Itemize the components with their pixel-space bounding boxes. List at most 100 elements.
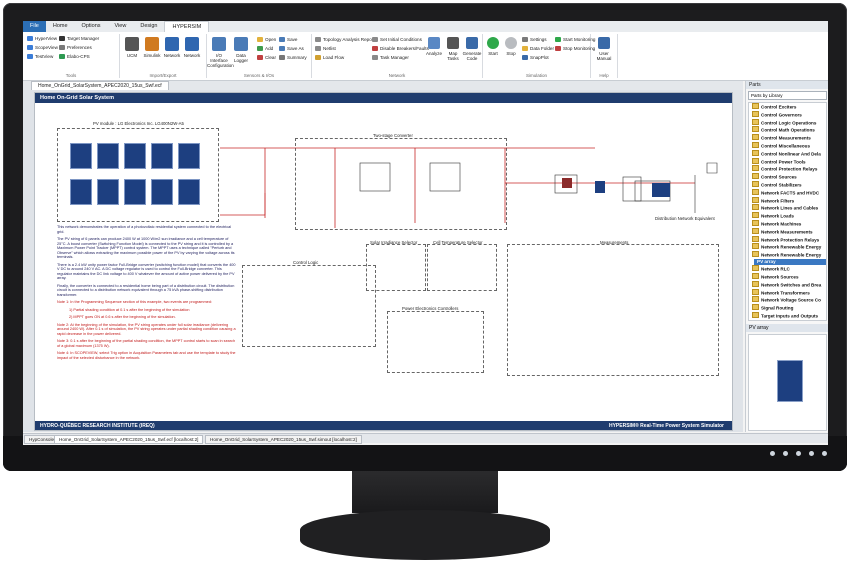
tab-design[interactable]: Design	[133, 21, 164, 32]
parts-list-item[interactable]: Network FACTS and HVDC	[749, 188, 826, 197]
stop-button[interactable]: Stop	[501, 37, 521, 56]
disable-breakers-button[interactable]: Disable Breakers/Faults	[372, 46, 429, 51]
parts-list-item[interactable]: Network Renewable Energy	[749, 243, 826, 251]
task-manager-button[interactable]: Task Manager	[372, 55, 409, 60]
distribution-network-label: Distribution Network Equivalent	[655, 216, 715, 221]
folder-icon	[752, 235, 759, 242]
parts-list-item[interactable]: Control Governors	[749, 110, 826, 119]
start-button[interactable]: Start	[483, 37, 503, 56]
network-import-label: Network	[163, 53, 181, 58]
help-group: User Manual Help	[591, 34, 618, 78]
parts-list-item[interactable]: Network Renewable Energy	[749, 251, 826, 259]
tab-view[interactable]: View	[108, 21, 134, 32]
add-sensor-button[interactable]: Add	[257, 46, 273, 51]
folder-icon	[752, 149, 759, 156]
parts-list-item[interactable]: Control Protection Relays	[749, 165, 826, 173]
measurements-block[interactable]	[507, 244, 719, 376]
parts-list-item-label: Control Sources	[761, 174, 797, 180]
target-manager-button[interactable]: Target Manager	[59, 36, 99, 41]
parts-list-item[interactable]: Control Nonlinear And Dela	[749, 149, 826, 158]
data-logger-button[interactable]: Data Logger	[229, 37, 253, 63]
map-tasks-button[interactable]: Map Tasks	[443, 37, 463, 61]
io-interface-button[interactable]: I/O Interface Configuration	[207, 37, 234, 68]
open-sensor-button[interactable]: Open	[257, 37, 276, 42]
tab-file[interactable]: File	[23, 21, 46, 32]
clear-sensor-button[interactable]: Clear	[257, 55, 276, 60]
tools-group-label: Tools	[65, 73, 77, 78]
tab-options[interactable]: Options	[75, 21, 108, 32]
netlist-button[interactable]: Netlist	[315, 46, 336, 51]
control-logic-block[interactable]	[242, 265, 376, 347]
testview-button[interactable]: TestView	[27, 54, 53, 59]
parts-list-item[interactable]: Network Machines	[749, 219, 826, 228]
parts-list-item[interactable]: Signal Routing	[749, 304, 826, 312]
parts-list-item[interactable]: Network Transformers	[749, 288, 826, 297]
summary-button[interactable]: Summary	[279, 55, 307, 60]
folder-icon	[752, 280, 759, 287]
parts-list-item[interactable]: Network Lines and Cables	[749, 204, 826, 212]
analyze-button[interactable]: Analyze	[424, 37, 444, 56]
parts-list-item[interactable]: Control Math Operations	[749, 126, 826, 134]
load-flow-button[interactable]: Load Flow	[315, 55, 344, 60]
parts-list-item[interactable]: Network Filters	[749, 196, 826, 205]
elabo-cps-button[interactable]: Elabo-CPS	[59, 54, 90, 59]
network-export-label: Network	[183, 53, 201, 58]
parts-list-item-label: Control Protection Relays	[761, 166, 818, 172]
start-label: Start	[488, 51, 498, 56]
save-sensor-button[interactable]: Save	[279, 37, 297, 42]
parts-list-item[interactable]: Control Miscellaneous	[749, 141, 826, 150]
parts-list-item[interactable]: Control Sources	[749, 173, 826, 181]
schematic-canvas[interactable]: Home On-Grid Solar System PV module : LG…	[23, 90, 743, 432]
start-monitoring-button[interactable]: Start Monitoring	[555, 37, 595, 42]
hyperview-button[interactable]: HyperView	[27, 36, 57, 41]
parts-list-item[interactable]: Network Measurements	[749, 227, 826, 236]
parts-list-item-label: Target Inputs and Outputs	[761, 313, 819, 319]
task-manager-label: Task Manager	[380, 55, 409, 60]
tab-home[interactable]: Home	[46, 21, 75, 32]
pv-array-icon	[777, 360, 803, 402]
parts-list-item-label: Control Exciters	[761, 104, 797, 110]
parts-library-dropdown[interactable]: Parts by Library	[748, 91, 827, 100]
parts-list-item[interactable]: Network Loads	[749, 212, 826, 220]
parts-list-item-label: Network Loads	[761, 213, 794, 219]
parts-list-item[interactable]: Network Sources	[749, 273, 826, 281]
parts-list-item[interactable]: Control Logic Operations	[749, 118, 826, 127]
parts-list-item[interactable]: Network Protection Relays	[749, 235, 826, 244]
cell-temperature-block[interactable]	[427, 244, 497, 291]
generate-code-button[interactable]: Generate Code	[462, 37, 482, 61]
parts-list-item[interactable]: Network RLC	[749, 265, 826, 273]
folder-icon	[752, 118, 759, 125]
snapplot-button[interactable]: SnapPlot	[522, 55, 549, 60]
parts-list-item-label: Control Power Tools	[761, 159, 806, 165]
data-folder-button[interactable]: Data Folder	[522, 46, 554, 51]
parts-list-item[interactable]: Control Exciters	[749, 103, 826, 111]
stop-monitoring-button[interactable]: Stop Monitoring	[555, 46, 595, 51]
solar-irradiance-block[interactable]	[366, 244, 426, 291]
tab-ecf-document[interactable]: Home_OnGrid_SolarSystem_APEC2020_15us_Sw…	[54, 435, 204, 444]
initial-conditions-label: Set Initial Conditions	[380, 37, 422, 42]
power-electronics-block[interactable]	[387, 311, 484, 373]
parts-list-item[interactable]: Control Power Tools	[749, 157, 826, 166]
scopeview-button[interactable]: ScopeView	[27, 45, 58, 50]
save-as-sensor-button[interactable]: Save As	[279, 46, 304, 51]
parts-list-item[interactable]: Network Voltage Source Co	[749, 296, 826, 304]
folder-icon	[752, 288, 759, 295]
parts-list-item[interactable]: Network Switches and Brea	[749, 280, 826, 289]
folder-icon	[752, 204, 759, 211]
note-text: Note 4: In SCOPEVIEW, select Trig option…	[57, 351, 236, 360]
topology-report-button[interactable]: Topology Analysis Report	[315, 37, 375, 42]
folder-icon	[752, 227, 759, 234]
parts-list-item[interactable]: Control Measurements	[749, 134, 826, 142]
network-export-button[interactable]: Network	[180, 37, 204, 58]
parts-list-item[interactable]: Target Inputs and Outputs	[749, 312, 826, 320]
user-manual-button[interactable]: User Manual	[592, 37, 616, 61]
tab-simout-document[interactable]: Home_OnGrid_SolarSystem_APEC2020_15us_Sw…	[205, 435, 362, 444]
settings-button[interactable]: Settings	[522, 37, 547, 42]
parts-list-item[interactable]: Control Stabilizers	[749, 180, 826, 189]
initial-conditions-button[interactable]: Set Initial Conditions	[372, 37, 422, 42]
open-label: Open	[265, 37, 277, 42]
preferences-button[interactable]: Preferences	[59, 45, 92, 50]
note-text: Note 2: At the beginning of the simulati…	[57, 322, 236, 336]
parts-list-item-label: Control Miscellaneous	[761, 143, 811, 149]
clear-label: Clear	[265, 55, 276, 60]
